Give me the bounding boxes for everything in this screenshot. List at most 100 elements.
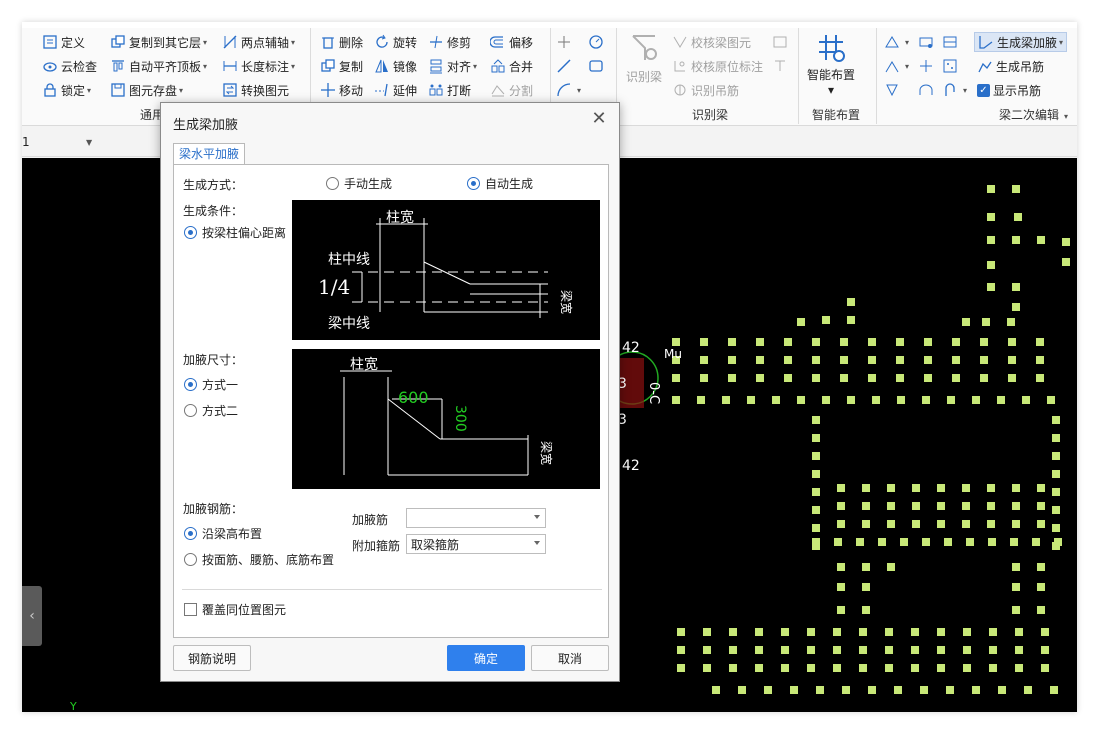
rotate-button[interactable]: 旋转 (374, 32, 417, 52)
radio-dot-selected (184, 226, 197, 239)
generate-haunch-button[interactable]: 生成梁加腋 ▾ (974, 32, 1068, 52)
radio-method-one[interactable]: 方式一 (184, 376, 238, 393)
length-dimension-button[interactable]: 长度标注 ▾ (222, 56, 295, 76)
haunch-bar-select[interactable] (406, 508, 546, 528)
delete-button[interactable]: 删除 (320, 32, 363, 52)
ok-button[interactable]: 确定 (447, 645, 525, 671)
offset-button[interactable]: 偏移 (490, 32, 533, 52)
column-marker (847, 396, 855, 404)
rect-tool-button[interactable] (588, 56, 607, 76)
point-tool-button[interactable] (556, 32, 575, 52)
check-beam-button[interactable]: 校核梁图元 (672, 32, 751, 52)
rebar-help-button[interactable]: 钢筋说明 (173, 645, 251, 671)
column-marker (847, 316, 855, 324)
copy-to-other-layer-button[interactable]: 复制到其它层 ▾ (110, 32, 207, 52)
overwrite-same-position-checkbox[interactable]: 覆盖同位置图元 (184, 601, 286, 618)
line-tool-button[interactable] (556, 56, 575, 76)
diagram2-dim-vertical: 300 (452, 405, 468, 432)
extend-button[interactable]: 延伸 (374, 80, 417, 100)
arc-tool-button[interactable]: ▾ (556, 80, 581, 100)
radio-manual-generate[interactable]: 手动生成 (326, 175, 392, 192)
beam-tool-2-button[interactable] (918, 32, 937, 52)
break-icon (429, 84, 443, 96)
define-icon (43, 35, 57, 49)
beam-tool-6-button[interactable] (942, 56, 961, 76)
column-marker (840, 356, 848, 364)
column-marker (756, 374, 764, 382)
diagram2-beam-width: 梁宽 (539, 441, 554, 465)
copy-button[interactable]: 复制 (320, 56, 363, 76)
auto-align-top-button[interactable]: 自动平齐顶板 ▾ (110, 56, 207, 76)
convert-element-button[interactable]: 转换图元 (222, 80, 289, 100)
define-button[interactable]: 定义 (42, 32, 85, 52)
dimension-icon (223, 61, 237, 71)
radio-by-eccentricity[interactable]: 按梁柱偏心距离 (184, 224, 286, 241)
beam-tool-1-button[interactable]: ▾ (884, 32, 909, 52)
cloud-check-button[interactable]: 云检查 (42, 56, 97, 76)
two-point-axis-button[interactable]: 两点辅轴 ▾ (222, 32, 295, 52)
beam-tool-8-button[interactable] (918, 80, 937, 100)
radio-dot-selected (184, 378, 197, 391)
check-beam-extra-icon-button[interactable] (772, 32, 791, 52)
column-marker (1007, 318, 1015, 326)
column-marker (812, 434, 820, 442)
column-marker (912, 484, 920, 492)
split-button[interactable]: 分割 (490, 80, 533, 100)
break-button[interactable]: 打断 (428, 80, 471, 100)
extra-stirrup-select[interactable]: 取梁箍筋 (406, 534, 546, 554)
show-hanger-checkbox[interactable]: ✓ 显示吊筋 (977, 80, 1041, 100)
align-button[interactable]: 对齐 ▾ (428, 56, 477, 76)
lock-button[interactable]: 锁定 ▾ (42, 80, 91, 100)
column-marker (1012, 283, 1020, 291)
column-marker (868, 356, 876, 364)
radio-by-face-waist-bottom[interactable]: 按面筋、腰筋、底筋布置 (184, 551, 334, 568)
cancel-button[interactable]: 取消 (531, 645, 609, 671)
column-marker (700, 356, 708, 364)
column-marker (900, 538, 908, 546)
tab-horizontal-haunch[interactable]: 梁水平加腋 (173, 143, 245, 165)
beam-tool-5-button[interactable] (918, 56, 937, 76)
element-save-button[interactable]: 图元存盘 ▾ (110, 80, 183, 100)
identify-beam-button[interactable]: 识别梁 (622, 32, 666, 85)
column-marker (703, 664, 711, 672)
column-marker (847, 298, 855, 306)
radio-auto-generate[interactable]: 自动生成 (467, 175, 533, 192)
check-annotation-extra-icon-button[interactable] (772, 56, 791, 76)
haunch-size-diagram: 柱宽 600 300 梁宽 (292, 349, 600, 489)
radio-method-two[interactable]: 方式二 (184, 402, 238, 419)
check-annotation-button[interactable]: 校核原位标注 (672, 56, 763, 76)
column-marker (1008, 356, 1016, 364)
column-marker (944, 538, 952, 546)
generate-hanger-button[interactable]: 生成吊筋 (977, 56, 1044, 76)
column-marker (987, 520, 995, 528)
rebar-label: 加腋钢筋： (183, 502, 244, 516)
smart-layout-button[interactable]: 智能布置 ▾ (804, 32, 858, 97)
beam-tool-4-button[interactable]: ▾ (884, 56, 909, 76)
column-marker (872, 396, 880, 404)
column-marker (807, 646, 815, 654)
circle-tool-button[interactable] (588, 32, 607, 52)
beam-tool-9-button[interactable]: ▾ (942, 80, 967, 100)
column-marker (922, 538, 930, 546)
beam-tool-3-button[interactable] (942, 32, 961, 52)
mirror-button[interactable]: 镜像 (374, 56, 417, 76)
axis-mark-y: Y (69, 700, 77, 712)
column-marker (1037, 502, 1045, 510)
column-marker (1012, 563, 1020, 571)
move-button[interactable]: 移动 (320, 80, 363, 100)
identify-hanger-button[interactable]: 识别吊筋 (672, 80, 739, 100)
group-expand-icon[interactable]: ▾ (1062, 106, 1068, 126)
column-marker (747, 396, 755, 404)
layer-select[interactable]: 1 ▼ (22, 133, 98, 151)
beam-support-icon (885, 61, 899, 73)
column-marker (837, 484, 845, 492)
column-marker (911, 664, 919, 672)
radio-along-beam-height[interactable]: 沿梁高布置 (184, 525, 262, 542)
beam-tool-7-button[interactable] (884, 80, 903, 100)
crosshair-icon (558, 36, 570, 48)
close-icon[interactable]: ✕ (589, 110, 609, 130)
side-panel-handle[interactable]: ‹ (22, 586, 42, 646)
trim-button[interactable]: 修剪 (428, 32, 471, 52)
merge-button[interactable]: 合并 (490, 56, 533, 76)
column-marker (937, 520, 945, 528)
